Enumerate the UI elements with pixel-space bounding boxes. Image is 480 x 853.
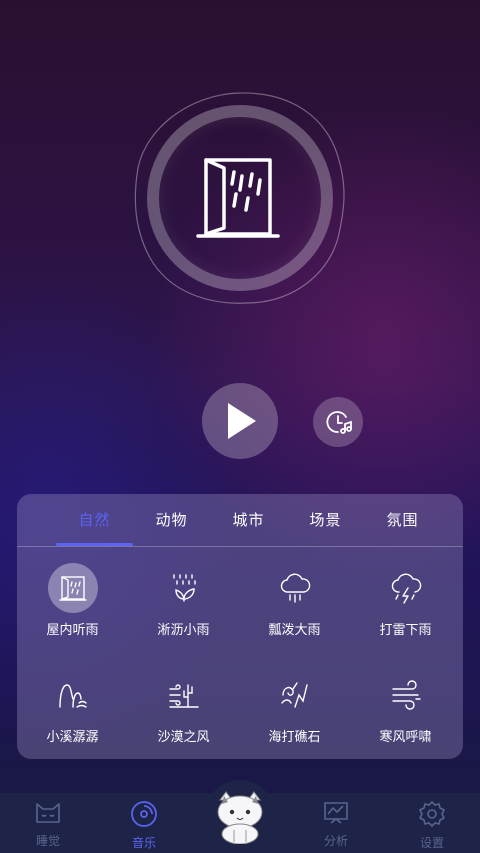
nav-label: 睡觉	[35, 834, 60, 848]
thunderstorm-icon	[381, 563, 431, 613]
sound-item[interactable]: 沙漠之风	[128, 670, 239, 745]
sleep-cat-icon	[36, 803, 60, 823]
tab-city[interactable]: 城市	[210, 509, 287, 530]
analysis-chart-icon	[324, 802, 348, 824]
cloud-rain-icon	[270, 563, 320, 613]
tab-nature[interactable]: 自然	[56, 509, 133, 530]
sound-item[interactable]: 淅沥小雨	[128, 563, 239, 638]
window-rain-icon	[192, 150, 288, 250]
nav-analysis[interactable]: 分析	[296, 800, 376, 849]
sound-item[interactable]: 屋内听雨	[17, 563, 128, 638]
now-playing-artwork	[130, 88, 350, 308]
sound-label: 瓢泼大雨	[268, 623, 321, 638]
music-disc-icon	[131, 801, 157, 827]
wave-rock-icon	[270, 670, 320, 720]
stream-icon	[48, 670, 98, 720]
sound-label: 屋内听雨	[46, 623, 99, 638]
settings-gear-icon	[419, 801, 445, 827]
sound-item[interactable]: 海打礁石	[239, 670, 350, 745]
desert-wind-icon	[159, 670, 209, 720]
nav-label: 分析	[323, 834, 348, 848]
window-rain-icon	[47, 563, 98, 613]
sound-label: 打雷下雨	[379, 623, 432, 638]
play-button[interactable]	[202, 383, 278, 459]
sound-label: 小溪潺潺	[46, 730, 99, 745]
sound-label: 淅沥小雨	[157, 623, 210, 638]
nav-sleep[interactable]: 睡觉	[8, 800, 88, 849]
tab-scenes[interactable]: 场景	[287, 509, 364, 530]
nav-label: 设置	[419, 836, 444, 850]
sound-item[interactable]: 小溪潺潺	[17, 670, 128, 745]
sound-label: 寒风呼啸	[379, 730, 432, 745]
nav-settings[interactable]: 设置	[392, 800, 472, 851]
tab-atmosphere[interactable]: 氛围	[364, 509, 441, 530]
nav-music[interactable]: 音乐	[104, 800, 184, 851]
play-icon	[228, 403, 256, 439]
sound-item[interactable]: 寒风呼啸	[350, 670, 461, 745]
sound-library-panel: 自然 动物 城市 场景 氛围 屋内听雨 淅沥小雨 瓢泼大雨 打雷下雨 小溪潺潺 …	[17, 494, 463, 759]
sound-item[interactable]: 打雷下雨	[350, 563, 461, 638]
tab-animals[interactable]: 动物	[133, 509, 210, 530]
timer-music-icon	[326, 411, 352, 434]
sound-label: 海打礁石	[268, 730, 321, 745]
cold-wind-icon	[381, 670, 431, 720]
category-tabs: 自然 动物 城市 场景 氛围	[17, 494, 463, 547]
sound-label: 沙漠之风	[157, 730, 210, 745]
drizzle-leaf-icon	[159, 563, 209, 613]
mascot-cat-button[interactable]	[210, 790, 270, 848]
nav-label: 音乐	[131, 836, 156, 850]
timer-button[interactable]	[313, 397, 363, 447]
cat-mascot-icon	[217, 791, 263, 845]
active-tab-indicator	[56, 543, 133, 546]
sound-item[interactable]: 瓢泼大雨	[239, 563, 350, 638]
